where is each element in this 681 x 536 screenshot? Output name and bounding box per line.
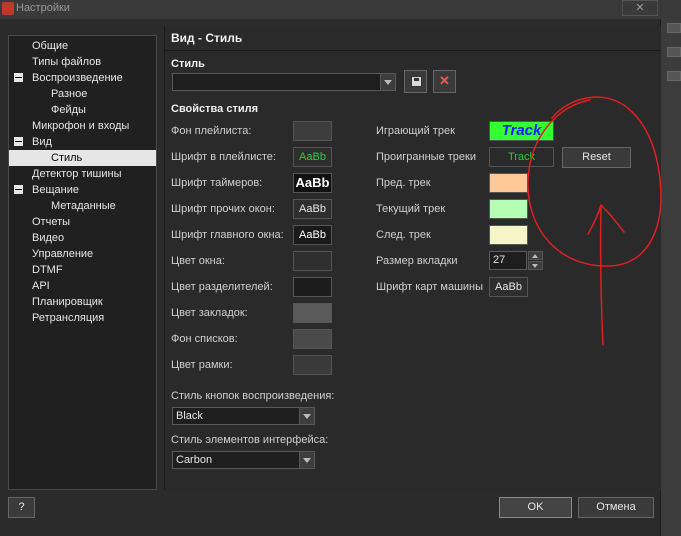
delete-style-button[interactable]: ✕	[433, 70, 456, 93]
nav-item[interactable]: API	[32, 278, 50, 294]
property-label: Шрифт таймеров:	[171, 177, 263, 189]
color-swatch[interactable]	[293, 277, 332, 297]
played-tracks-font-button[interactable]: Track	[489, 147, 554, 167]
nav-item[interactable]: Разное	[51, 86, 87, 102]
app-icon	[2, 2, 14, 15]
style-combo[interactable]	[172, 73, 396, 91]
nav-item[interactable]: Детектор тишины	[32, 166, 122, 182]
current-track-color-swatch[interactable]	[489, 199, 528, 219]
ui-elements-style-select[interactable]: Carbon	[172, 451, 315, 469]
color-swatch[interactable]	[293, 303, 332, 323]
reset-button[interactable]: Reset	[562, 147, 631, 168]
style-properties-label: Свойства стиля	[171, 103, 259, 115]
title-divider	[164, 50, 661, 51]
save-icon	[411, 76, 422, 87]
chevron-down-icon[interactable]	[299, 408, 314, 424]
page-title: Вид - Стиль	[171, 31, 243, 45]
save-style-button[interactable]	[404, 70, 427, 93]
played-tracks-label: Проигранные треки	[376, 151, 476, 163]
playback-buttons-style-select[interactable]: Black	[172, 407, 315, 425]
property-label: Цвет закладок:	[171, 307, 248, 319]
prev-track-color-swatch[interactable]	[489, 173, 528, 193]
nav-item[interactable]: Метаданные	[51, 198, 116, 214]
nav-item[interactable]: Ретрансляция	[32, 310, 104, 326]
playback-buttons-style-value: Black	[176, 410, 203, 422]
next-track-color-swatch[interactable]	[489, 225, 528, 245]
close-icon[interactable]: ✕	[622, 0, 658, 16]
toolbar-icon	[667, 47, 681, 57]
settings-nav-tree[interactable]: Общие Типы файлов Воспроизведение Разное Фей…	[8, 35, 157, 490]
nav-item[interactable]: Видео	[32, 230, 64, 246]
nav-item[interactable]: Планировщик	[32, 294, 103, 310]
color-swatch[interactable]	[293, 251, 332, 271]
delete-icon: ✕	[439, 73, 450, 88]
tab-size-label: Размер вкладки	[376, 255, 458, 267]
nav-item[interactable]: Вид	[32, 134, 52, 150]
font-sample-button[interactable]: AaBb	[293, 173, 332, 193]
playback-buttons-style-label: Стиль кнопок воспроизведения:	[171, 390, 335, 402]
nav-item[interactable]: Воспроизведение	[32, 70, 123, 86]
nav-item[interactable]: Фейды	[51, 102, 86, 118]
background-window-strip	[660, 19, 681, 536]
window-title: Настройки	[16, 2, 70, 14]
nav-item[interactable]: Стиль	[9, 150, 156, 166]
playing-track-label: Играющий трек	[376, 125, 455, 137]
add-icon	[667, 23, 681, 33]
ok-button[interactable]: OK	[499, 497, 572, 518]
tab-size-input[interactable]: 27	[489, 251, 527, 270]
property-label: Шрифт в плейлисте:	[171, 151, 276, 163]
cancel-button[interactable]: Отмена	[578, 497, 654, 518]
cart-font-button[interactable]: AaBb	[489, 277, 528, 297]
chevron-down-icon[interactable]	[528, 261, 543, 270]
toolbar-icon	[667, 71, 681, 81]
collapse-icon[interactable]	[14, 137, 23, 146]
playing-track-font-button[interactable]: Track	[489, 121, 554, 141]
property-label: Шрифт главного окна:	[171, 229, 284, 241]
chevron-down-icon[interactable]	[380, 74, 395, 90]
nav-item[interactable]: Вещание	[32, 182, 79, 198]
nav-item[interactable]: Отчеты	[32, 214, 70, 230]
property-label: Цвет рамки:	[171, 359, 233, 371]
color-swatch[interactable]	[293, 329, 332, 349]
collapse-icon[interactable]	[14, 185, 23, 194]
color-swatch[interactable]	[293, 121, 332, 141]
font-sample-button[interactable]: AaBb	[293, 199, 332, 219]
style-group-label: Стиль	[171, 58, 205, 70]
nav-item[interactable]: Типы файлов	[32, 54, 101, 70]
prev-track-label: Пред. трек	[376, 177, 431, 189]
help-button[interactable]: ?	[8, 497, 35, 518]
chevron-down-icon[interactable]	[299, 452, 314, 468]
property-label: Шрифт прочих окон:	[171, 203, 275, 215]
property-label: Фон плейлиста:	[171, 125, 252, 137]
nav-item[interactable]: Общие	[32, 38, 68, 54]
ui-elements-style-label: Стиль элементов интерфейса:	[171, 434, 329, 446]
chevron-up-icon[interactable]	[528, 251, 543, 260]
nav-item[interactable]: DTMF	[32, 262, 63, 278]
nav-item[interactable]: Управление	[32, 246, 93, 262]
next-track-label: След. трек	[376, 229, 431, 241]
title-bar: Настройки ✕	[0, 0, 681, 19]
font-sample-button[interactable]: AaBb	[293, 225, 332, 245]
tab-size-stepper[interactable]	[528, 251, 543, 270]
ui-elements-style-value: Carbon	[176, 454, 213, 466]
property-label: Фон списков:	[171, 333, 238, 345]
collapse-icon[interactable]	[14, 73, 23, 82]
cart-font-label: Шрифт карт машины	[376, 281, 484, 293]
property-label: Цвет окна:	[171, 255, 225, 267]
color-swatch[interactable]	[293, 355, 332, 375]
current-track-label: Текущий трек	[376, 203, 446, 215]
font-sample-button[interactable]: AaBb	[293, 147, 332, 167]
nav-item[interactable]: Микрофон и входы	[32, 118, 129, 134]
property-label: Цвет разделителей:	[171, 281, 273, 293]
